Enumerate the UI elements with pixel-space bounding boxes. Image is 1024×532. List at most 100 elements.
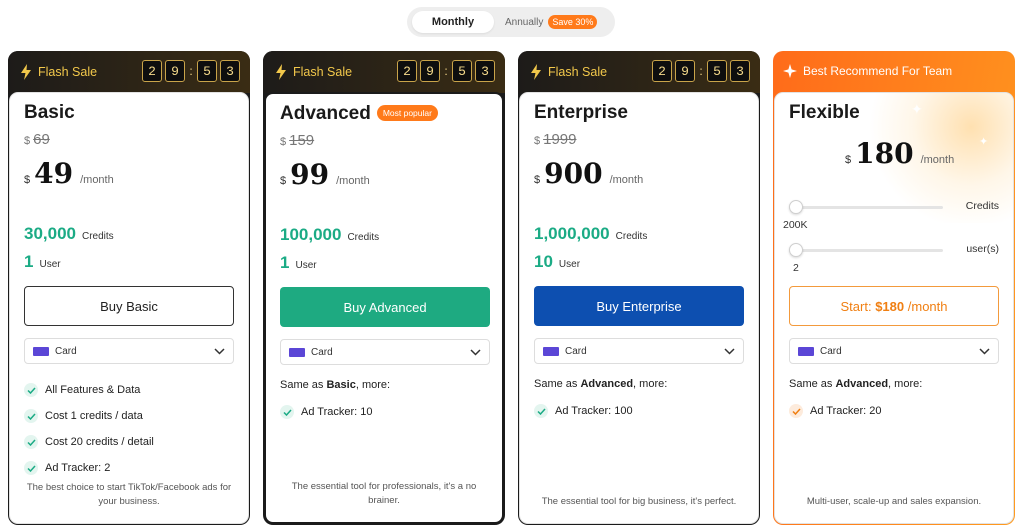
buy-basic-button[interactable]: Buy Basic [24, 286, 234, 326]
same-as-prefix: Same as [789, 378, 836, 390]
plan-name: Advanced Most popular [280, 103, 438, 125]
feature-text: Cost 20 credits / detail [45, 436, 154, 448]
sparkle-icon: ✦ [979, 136, 989, 148]
same-as-prefix: Same as [280, 379, 327, 391]
countdown-digit: 9 [165, 60, 185, 82]
chevron-down-icon [724, 347, 735, 355]
flash-sale-label: Flash Sale [20, 64, 97, 80]
same-as-suffix: , more: [633, 378, 668, 390]
users-slider[interactable]: user(s) [789, 242, 1003, 258]
slider-track [795, 206, 943, 209]
monthly-option[interactable]: Monthly [412, 11, 494, 33]
price-period: /month [336, 175, 370, 187]
users-amount: 1 User [24, 252, 61, 272]
list-item: Ad Tracker: 20 [789, 398, 1003, 424]
check-icon [24, 409, 38, 423]
plan-tagline: The essential tool for professionals, it… [291, 481, 477, 506]
plan-body: Enterprise $1999 $ 900 /month 1,000,000 … [519, 92, 759, 524]
current-price: $ 49 /month [24, 157, 114, 190]
credits-slider[interactable]: Credits [789, 199, 1003, 215]
credits-amount: 100,000 Credits [280, 225, 379, 245]
plan-card-flexible: Best Recommend For Team ✦ ✦ Flexible $ 1… [773, 51, 1015, 525]
check-icon [24, 461, 38, 475]
same-as-plan: Basic [326, 379, 356, 391]
old-price-value: 159 [289, 132, 315, 149]
save-badge: Save 30% [548, 15, 598, 29]
payment-method-label: Card [820, 345, 842, 357]
users-value: 1 [280, 253, 290, 272]
credits-label: Credits [615, 231, 648, 242]
countdown-digit: 2 [397, 60, 417, 82]
annual-option[interactable]: Annually Save 30% [505, 11, 598, 33]
inherits-note: Same as Basic, more: [280, 379, 390, 391]
flash-sale-header: Flash Sale 2 9 : 5 3 [8, 51, 250, 93]
credits-label: Credits [347, 232, 380, 243]
countdown-digit: 3 [475, 60, 495, 82]
countdown-digit: 2 [652, 60, 672, 82]
feature-list: Ad Tracker: 100 [534, 398, 748, 424]
start-flexible-button[interactable]: Start: $180 /month [789, 286, 999, 326]
feature-text: Cost 1 credits / data [45, 410, 143, 422]
buy-advanced-button[interactable]: Buy Advanced [280, 287, 490, 327]
buy-enterprise-button[interactable]: Buy Enterprise [534, 286, 744, 326]
recommend-label: Best Recommend For Team [783, 64, 952, 78]
users-amount: 1 User [280, 253, 317, 273]
button-prefix: Start: [840, 298, 872, 314]
countdown-digit: 3 [730, 60, 750, 82]
same-as-suffix: , more: [355, 379, 391, 391]
current-price: $ 900 /month [534, 157, 643, 190]
countdown-timer: 2 9 : 5 3 [652, 60, 750, 82]
feature-list: All Features & Data Cost 1 credits / dat… [24, 377, 238, 481]
plan-tagline: The essential tool for big business, it'… [541, 496, 737, 507]
credits-value: 1,000,000 [534, 224, 610, 243]
users-slider-label: user(s) [966, 243, 999, 255]
lightning-bolt-icon [21, 64, 31, 80]
countdown-separator: : [189, 64, 193, 78]
chevron-down-icon [214, 347, 225, 355]
currency-symbol: $ [24, 135, 31, 147]
price-period: /month [609, 174, 644, 186]
feature-text: Ad Tracker: 100 [555, 405, 633, 417]
payment-method-select[interactable]: Card [24, 338, 234, 364]
price-value: 180 [855, 137, 914, 170]
credit-card-icon [289, 347, 305, 357]
feature-text: All Features & Data [45, 384, 141, 396]
payment-method-select[interactable]: Card [789, 338, 999, 364]
sparkle-star-icon [783, 64, 797, 78]
credit-card-icon [543, 346, 559, 356]
countdown-timer: 2 9 : 5 3 [142, 60, 240, 82]
countdown-digit: 5 [707, 60, 727, 82]
credit-card-icon [798, 346, 814, 356]
currency-symbol: $ [24, 174, 31, 186]
current-price: $ 99 /month [280, 158, 370, 191]
feature-list: Ad Tracker: 20 [789, 398, 1003, 424]
plan-body: Advanced Most popular $159 $ 99 /month 10… [264, 92, 504, 524]
recommend-header: Best Recommend For Team [773, 51, 1015, 93]
countdown-digit: 2 [142, 60, 162, 82]
list-item: Ad Tracker: 100 [534, 398, 748, 424]
list-item: Ad Tracker: 10 [280, 399, 492, 425]
billing-toggle[interactable]: Monthly Annually Save 30% [407, 7, 615, 37]
slider-handle[interactable] [789, 243, 803, 257]
button-price: $180 [875, 298, 905, 314]
flash-sale-text: Flash Sale [38, 65, 98, 79]
plan-body: Basic $69 $ 49 /month 30,000 Credits 1 U… [9, 92, 249, 524]
users-slider-value: 2 [793, 262, 799, 274]
plan-name: Basic [24, 102, 75, 123]
countdown-timer: 2 9 : 5 3 [397, 60, 495, 82]
list-item: All Features & Data [24, 377, 238, 403]
users-label: User [39, 259, 61, 270]
payment-method-select[interactable]: Card [280, 339, 490, 365]
feature-text: Ad Tracker: 10 [301, 406, 373, 418]
users-amount: 10 User [534, 252, 580, 272]
users-value: 1 [24, 252, 34, 271]
chevron-down-icon [979, 347, 990, 355]
price-period: /month [920, 154, 955, 166]
old-price-value: 1999 [543, 131, 577, 148]
slider-handle[interactable] [789, 200, 803, 214]
payment-method-select[interactable]: Card [534, 338, 744, 364]
countdown-digit: 9 [420, 60, 440, 82]
credits-label: Credits [82, 231, 114, 242]
credits-amount: 1,000,000 Credits [534, 224, 647, 244]
plan-card-basic: Flash Sale 2 9 : 5 3 Basic $69 $ 49 /mon… [8, 51, 250, 525]
